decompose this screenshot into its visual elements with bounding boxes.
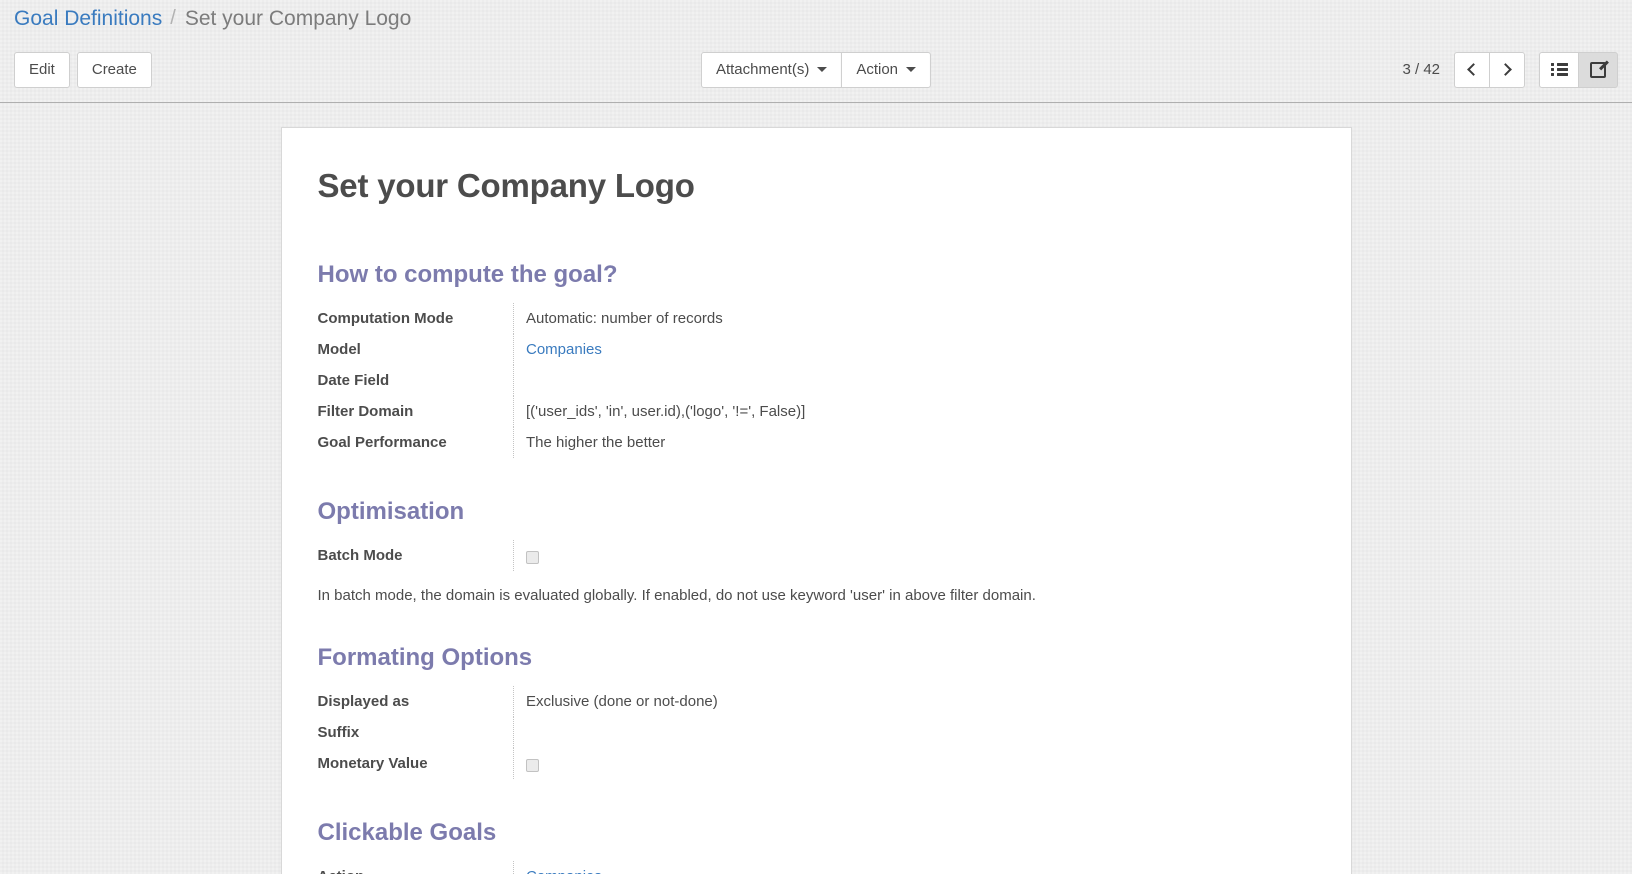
field-row-displayed-as: Displayed as Exclusive (done or not-done… <box>317 686 1315 718</box>
action-dropdown[interactable]: Action <box>841 51 932 88</box>
field-label-suffix: Suffix <box>317 724 360 742</box>
field-value-action: Companies <box>513 861 1315 874</box>
action-link-companies[interactable]: Companies <box>526 868 602 874</box>
model-link-companies[interactable]: Companies <box>526 341 602 358</box>
breadcrumb-separator: / <box>170 7 176 29</box>
section-heading-formating: Formating Options <box>317 644 533 672</box>
field-row-suffix: Suffix <box>317 717 1315 749</box>
pager-count: 3 / 42 <box>1402 61 1440 78</box>
field-row-computation-mode: Computation Mode Automatic: number of re… <box>318 303 1315 334</box>
field-value-goal-performance: The higher the better <box>513 427 1315 458</box>
attachments-dropdown-label: Attachment(s) <box>715 61 810 78</box>
field-label-action: Action <box>318 861 514 874</box>
field-value-monetary-value <box>513 748 1315 780</box>
monetary-value-checkbox[interactable] <box>526 759 539 773</box>
chevron-right-icon <box>1499 63 1512 76</box>
pager-nav <box>1454 51 1525 88</box>
breadcrumb: Goal Definitions / Set your Company Logo <box>0 0 1632 37</box>
field-row-date-field: Date Field <box>318 365 1315 396</box>
field-row-action: Action Companies <box>318 861 1315 874</box>
attachments-dropdown[interactable]: Attachment(s) <box>700 51 843 88</box>
field-value-filter-domain: [('user_ids', 'in', user.id),('logo', '!… <box>513 396 1315 427</box>
control-panel: Edit Create Attachment(s) Action 3 / 42 <box>0 37 1632 103</box>
field-label-model: Model <box>317 341 361 358</box>
field-label-monetary-value: Monetary Value <box>317 755 428 773</box>
field-row-filter-domain: Filter Domain [('user_ids', 'in', user.i… <box>318 396 1315 427</box>
field-label-computation-mode: Computation Mode <box>317 310 454 327</box>
field-label-goal-performance: Goal Performance <box>317 434 447 451</box>
field-value-displayed-as: Exclusive (done or not-done) <box>513 686 1315 718</box>
dropdown-group: Attachment(s) Action <box>700 51 932 88</box>
control-panel-dropdowns: Attachment(s) Action <box>700 51 932 88</box>
field-group-clickable-goals: Action Companies ID Field of user user.c… <box>318 861 1315 874</box>
list-view-icon <box>1550 63 1568 76</box>
record-sheet: Set your Company Logo How to compute the… <box>280 127 1352 874</box>
field-value-computation-mode: Automatic: number of records <box>513 303 1315 334</box>
breadcrumb-link-goal-definitions[interactable]: Goal Definitions <box>14 7 162 31</box>
content-area: Set your Company Logo How to compute the… <box>0 103 1632 874</box>
field-row-monetary-value: Monetary Value <box>317 748 1315 780</box>
section-heading-optimisation: Optimisation <box>317 498 465 525</box>
field-group-formating: Displayed as Exclusive (done or not-done… <box>317 686 1315 780</box>
form-view-icon <box>1590 61 1606 78</box>
field-label-filter-domain: Filter Domain <box>317 403 414 420</box>
chevron-down-icon <box>906 67 917 72</box>
field-value-suffix <box>513 717 1315 749</box>
batch-mode-help-text: In batch mode, the domain is evaluated g… <box>317 587 1036 605</box>
field-row-batch-mode: Batch Mode <box>317 540 1315 572</box>
field-value-batch-mode <box>513 540 1315 572</box>
chevron-down-icon <box>817 67 828 72</box>
field-label-date-field: Date Field <box>317 372 390 389</box>
control-panel-actions: Edit Create <box>14 51 152 88</box>
pager-previous-button[interactable] <box>1454 51 1490 88</box>
action-dropdown-label: Action <box>856 61 899 78</box>
page-title: Set your Company Logo <box>317 167 695 204</box>
field-row-model: Model Companies <box>318 334 1315 365</box>
list-view-button[interactable] <box>1539 51 1579 88</box>
view-switcher <box>1539 51 1618 88</box>
field-label-batch-mode: Batch Mode <box>317 547 403 564</box>
edit-button[interactable]: Edit <box>14 51 70 88</box>
pager-next-button[interactable] <box>1489 51 1525 88</box>
field-label-displayed-as: Displayed as <box>317 693 410 711</box>
batch-mode-checkbox[interactable] <box>526 551 539 565</box>
field-value-date-field <box>513 365 1315 396</box>
form-view-button[interactable] <box>1578 51 1618 88</box>
field-row-goal-performance: Goal Performance The higher the better <box>318 427 1315 458</box>
create-button[interactable]: Create <box>76 51 152 88</box>
control-panel-pager-views: 3 / 42 <box>1402 51 1618 88</box>
field-group-optimisation: Batch Mode <box>317 540 1315 572</box>
breadcrumb-current: Set your Company Logo <box>184 6 412 30</box>
section-heading-compute: How to compute the goal? <box>317 261 618 288</box>
field-group-compute: Computation Mode Automatic: number of re… <box>318 303 1315 458</box>
field-value-model: Companies <box>513 334 1315 365</box>
section-heading-clickable-goals: Clickable Goals <box>317 819 497 847</box>
chevron-left-icon <box>1467 63 1480 76</box>
